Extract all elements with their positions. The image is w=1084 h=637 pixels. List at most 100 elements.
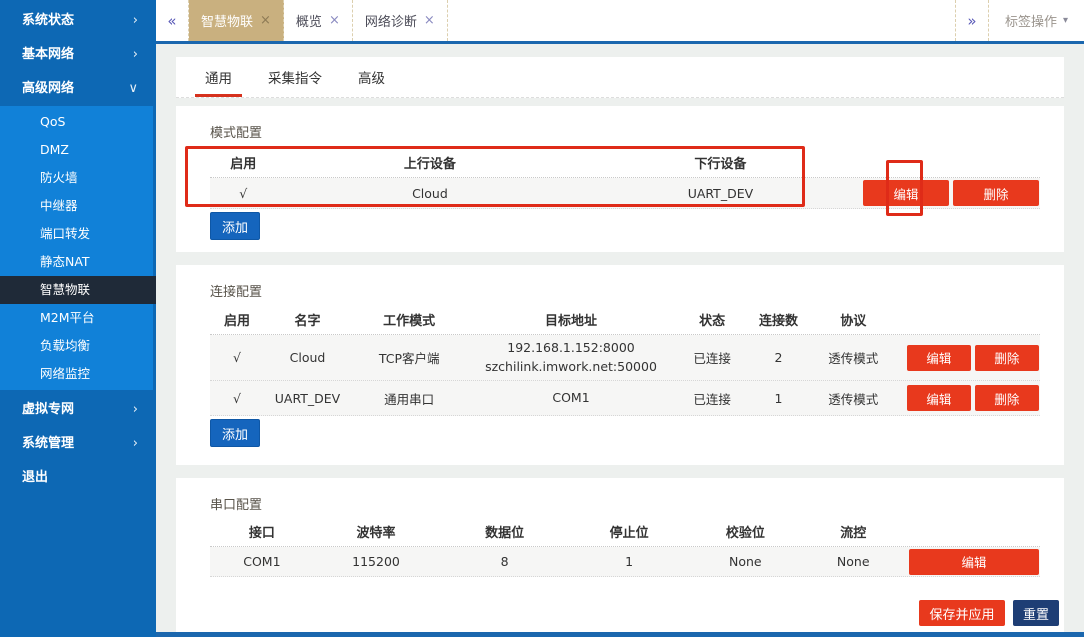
sidebar-item-label: 基本网络 xyxy=(22,38,74,72)
column-header: 启用 xyxy=(210,153,276,172)
delete-button[interactable]: 删除 xyxy=(953,180,1039,206)
serial-config-section: 串口配置 接口 波特率 数据位 停止位 校验位 流控 COM1 115200 8… xyxy=(176,478,1064,632)
work-mode-cell: TCP客户端 xyxy=(351,348,467,367)
table-row: √ Cloud UART_DEV 编辑 删除 xyxy=(210,178,1040,209)
connection-count-cell: 2 xyxy=(749,350,807,365)
row-actions: 编辑 删除 xyxy=(899,345,1040,371)
sidebar-item-label: 高级网络 xyxy=(22,72,74,106)
mode-config-table: 启用 上行设备 下行设备 √ Cloud UART_DEV 编辑 删除 xyxy=(210,147,1040,209)
content-tab-bar: 通用 采集指令 高级 xyxy=(176,57,1064,98)
sidebar-item-label: 虚拟专网 xyxy=(22,393,74,427)
enabled-check: √ xyxy=(210,350,264,365)
edit-button[interactable]: 编辑 xyxy=(907,345,971,371)
table-header-row: 启用 名字 工作模式 目标地址 状态 连接数 协议 xyxy=(210,304,1040,335)
tab-advanced[interactable]: 高级 xyxy=(353,57,390,97)
table-row: √ Cloud TCP客户端 192.168.1.152:8000 szchil… xyxy=(210,335,1040,381)
tab-operations-label: 标签操作 xyxy=(1005,11,1057,30)
sidebar-item-advanced-network[interactable]: 高级网络 ∨ xyxy=(0,72,156,106)
connection-count-cell: 1 xyxy=(749,391,807,406)
caret-down-icon: ▾ xyxy=(1063,15,1068,26)
sidebar-item-firewall[interactable]: 防火墙 xyxy=(0,164,153,192)
data-bits-cell: 8 xyxy=(438,554,571,569)
column-header: 接口 xyxy=(210,522,314,541)
delete-button[interactable]: 删除 xyxy=(975,345,1039,371)
tab-general[interactable]: 通用 xyxy=(200,57,237,97)
section-title: 模式配置 xyxy=(210,122,262,141)
downlink-device-cell: UART_DEV xyxy=(583,186,857,201)
column-header: 目标地址 xyxy=(467,310,675,329)
column-header: 名字 xyxy=(264,310,351,329)
reset-button[interactable]: 重置 xyxy=(1013,600,1059,626)
tab-collect-commands[interactable]: 采集指令 xyxy=(263,57,327,97)
sidebar-submenu-advanced-network: QoS DMZ 防火墙 中继器 端口转发 静态NAT 智慧物联 M2M平台 负载… xyxy=(0,106,153,390)
serial-config-table: 接口 波特率 数据位 停止位 校验位 流控 COM1 115200 8 1 No… xyxy=(210,517,1040,577)
tab-bar: « 智慧物联 × 概览 × 网络诊断 × » 标签操作 ▾ xyxy=(156,0,1084,44)
bottom-border-bar xyxy=(156,632,1084,637)
sidebar-item-dmz[interactable]: DMZ xyxy=(0,136,153,164)
tab-smart-iot[interactable]: 智慧物联 × xyxy=(189,0,284,41)
sidebar-item-qos[interactable]: QoS xyxy=(0,108,153,136)
sidebar-item-label: 退出 xyxy=(22,461,48,495)
sidebar-item-system-status[interactable]: 系统状态 › xyxy=(0,4,156,38)
uplink-device-cell: Cloud xyxy=(276,186,583,201)
scroll-tabs-right-button[interactable]: » xyxy=(955,0,988,41)
row-actions: 编辑 删除 xyxy=(857,180,1040,206)
tab-operations-dropdown[interactable]: 标签操作 ▾ xyxy=(988,0,1084,41)
column-header: 校验位 xyxy=(687,522,803,541)
column-header: 协议 xyxy=(808,310,899,329)
sidebar-item-smart-iot[interactable]: 智慧物联 xyxy=(0,276,156,304)
enabled-check: √ xyxy=(210,391,264,406)
chevron-right-icon: › xyxy=(133,38,138,72)
footer-actions: 保存并应用 重置 xyxy=(919,600,1059,626)
tabbar-spacer xyxy=(448,0,955,41)
sidebar-item-logout[interactable]: 退出 xyxy=(0,461,156,495)
status-cell: 已连接 xyxy=(675,389,750,408)
edit-button[interactable]: 编辑 xyxy=(909,549,1039,575)
close-icon[interactable]: × xyxy=(260,13,271,28)
table-header-row: 接口 波特率 数据位 停止位 校验位 流控 xyxy=(210,517,1040,547)
add-button[interactable]: 添加 xyxy=(210,419,260,447)
sidebar-item-m2m-platform[interactable]: M2M平台 xyxy=(0,304,153,332)
edit-button[interactable]: 编辑 xyxy=(907,385,971,411)
sidebar-item-port-forwarding[interactable]: 端口转发 xyxy=(0,220,153,248)
sidebar-item-label: 系统状态 xyxy=(22,4,74,38)
chevron-right-icon: › xyxy=(133,393,138,427)
chevron-right-icon: › xyxy=(133,4,138,38)
close-icon[interactable]: × xyxy=(329,13,340,28)
protocol-cell: 透传模式 xyxy=(808,348,899,367)
close-icon[interactable]: × xyxy=(424,13,435,28)
column-header: 启用 xyxy=(210,310,264,329)
chevron-right-icon: › xyxy=(133,427,138,461)
port-cell: COM1 xyxy=(210,554,314,569)
tab-label: 智慧物联 xyxy=(201,11,253,30)
sidebar-item-load-balancing[interactable]: 负载均衡 xyxy=(0,332,153,360)
main-area: « 智慧物联 × 概览 × 网络诊断 × » 标签操作 ▾ 通用 采集指令 xyxy=(156,0,1084,637)
tab-network-diagnosis[interactable]: 网络诊断 × xyxy=(353,0,448,41)
target-address-cell: 192.168.1.152:8000 szchilink.imwork.net:… xyxy=(467,339,675,375)
tab-label: 网络诊断 xyxy=(365,11,417,30)
delete-button[interactable]: 删除 xyxy=(975,385,1039,411)
sidebar-item-label: 系统管理 xyxy=(22,427,74,461)
sidebar-item-static-nat[interactable]: 静态NAT xyxy=(0,248,153,276)
add-button[interactable]: 添加 xyxy=(210,212,260,240)
sidebar-item-network-monitoring[interactable]: 网络监控 xyxy=(0,360,153,388)
scroll-tabs-left-button[interactable]: « xyxy=(156,0,189,41)
connection-config-table: 启用 名字 工作模式 目标地址 状态 连接数 协议 √ Cloud TCP客户端… xyxy=(210,304,1040,416)
target-address-cell: COM1 xyxy=(467,389,675,407)
sidebar-item-basic-network[interactable]: 基本网络 › xyxy=(0,38,156,72)
sidebar: 系统状态 › 基本网络 › 高级网络 ∨ QoS DMZ 防火墙 中继器 端口转… xyxy=(0,0,156,637)
tab-overview[interactable]: 概览 × xyxy=(284,0,353,41)
edit-button[interactable]: 编辑 xyxy=(863,180,949,206)
table-row: √ UART_DEV 通用串口 COM1 已连接 1 透传模式 编辑 删除 xyxy=(210,381,1040,416)
sidebar-item-system-management[interactable]: 系统管理 › xyxy=(0,427,156,461)
sidebar-item-repeater[interactable]: 中继器 xyxy=(0,192,153,220)
row-actions: 编辑 xyxy=(903,549,1040,575)
save-and-apply-button[interactable]: 保存并应用 xyxy=(919,600,1005,626)
target-address-line1: 192.168.1.152:8000 xyxy=(467,339,675,357)
flow-control-cell: None xyxy=(803,554,903,569)
sidebar-item-vpn[interactable]: 虚拟专网 › xyxy=(0,393,156,427)
chevron-down-icon: ∨ xyxy=(128,72,138,106)
baud-rate-cell: 115200 xyxy=(314,554,439,569)
name-cell: UART_DEV xyxy=(264,391,351,406)
column-header: 上行设备 xyxy=(276,153,583,172)
